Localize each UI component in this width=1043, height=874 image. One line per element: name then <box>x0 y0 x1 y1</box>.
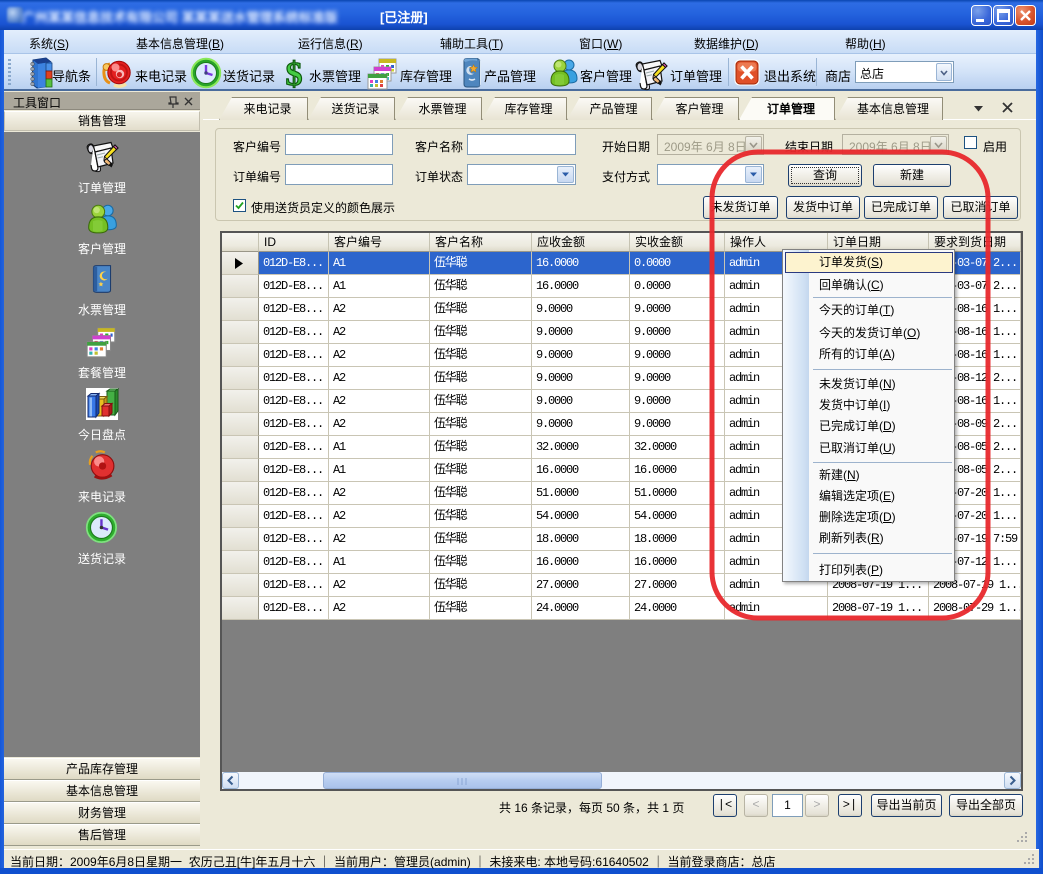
svg-text:$: $ <box>286 56 303 92</box>
